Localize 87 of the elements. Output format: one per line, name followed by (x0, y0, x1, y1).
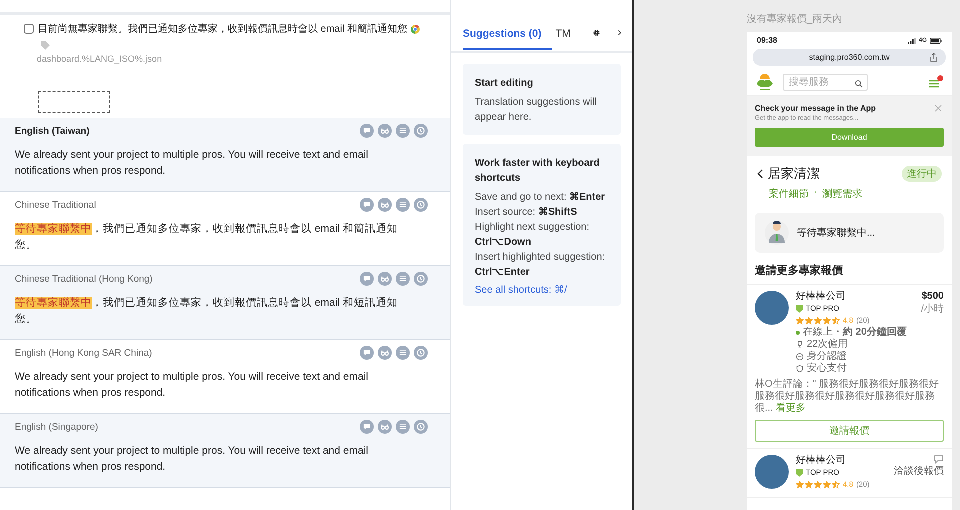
translation-text[interactable]: 等待專家聯繫中，我們已通知多位專家，收到報價訊息時會以 email 和短訊通知您。 (15, 296, 400, 327)
waiting-text: 等待專家聯繫中... (797, 226, 876, 240)
language-label: English (Hong Kong SAR China) (15, 348, 152, 358)
list-icon[interactable] (396, 272, 410, 286)
list-icon[interactable] (396, 346, 410, 360)
history-icon[interactable] (414, 198, 428, 212)
screenshot-thumbnail[interactable] (38, 91, 110, 113)
card-title: Work faster with keyboard shortcuts (475, 157, 601, 186)
pro-name[interactable]: 好棒棒公司 (796, 291, 914, 303)
pro-detail: 安心支付 (807, 363, 847, 375)
tag-icon[interactable] (41, 41, 50, 50)
id-icon (796, 353, 804, 361)
glasses-icon[interactable] (378, 272, 392, 286)
pro-name[interactable]: 好棒棒公司 (796, 455, 887, 467)
history-icon[interactable] (414, 124, 428, 138)
card-text: Insert source: ⌘ShiftS (475, 206, 578, 220)
glasses-icon[interactable] (378, 124, 392, 138)
project-link[interactable]: 瀏覽需求 (822, 187, 862, 201)
row-checkbox[interactable] (24, 24, 34, 34)
language-label: English (Singapore) (15, 422, 98, 432)
banner-title: Check your message in the App (755, 104, 878, 113)
translation-text[interactable]: We already sent your project to multiple pros. You will receive text and email notifications when pros respond. (15, 370, 400, 401)
status-badge: 進行中 (902, 166, 942, 182)
address-bar[interactable]: staging.pro360.com.tw (753, 49, 946, 66)
card-text: Insert highlighted suggestion: Ctrl⌥Enter (475, 251, 606, 280)
battery-icon (930, 38, 942, 44)
language-label: English (Taiwan) (15, 126, 90, 136)
price: $500 (922, 291, 944, 302)
list-icon[interactable] (396, 198, 410, 212)
language-label: Chinese Traditional (Hong Kong) (15, 274, 153, 284)
file-name: dashboard.%LANG_ISO%.json (37, 54, 164, 64)
comment-icon[interactable] (360, 346, 374, 360)
menu-icon[interactable] (928, 75, 944, 89)
project-title: 居家清潔 (768, 165, 820, 183)
history-icon[interactable] (414, 420, 428, 434)
translation-text[interactable]: 等待專家聯繫中，我們已通知多位專家，收到報價訊息時會以 email 和簡訊通知您。 (15, 222, 400, 253)
close-icon[interactable] (935, 105, 942, 112)
history-icon[interactable] (414, 272, 428, 286)
comment-icon[interactable] (360, 272, 374, 286)
status-time: 09:38 (757, 36, 778, 45)
back-icon[interactable] (757, 169, 764, 179)
search-field[interactable]: 搜尋服務 (783, 74, 868, 90)
comment-icon[interactable] (360, 124, 374, 138)
card-text: Translation suggestions will appear here. (475, 96, 598, 125)
glasses-icon[interactable] (378, 420, 392, 434)
browser-icon (411, 24, 420, 34)
comment-icon[interactable] (360, 420, 374, 434)
chevron-right-icon[interactable] (616, 28, 624, 38)
settings-icon[interactable] (592, 28, 600, 38)
glasses-icon[interactable] (378, 346, 392, 360)
share-icon[interactable] (930, 53, 938, 62)
pro-detail: 22次僱用 (807, 339, 848, 350)
trophy-icon (796, 341, 804, 349)
review-text: 林O生評論：" 服務很好服務很好服務很好服務很好服務很好服務很好服務很好服務很... 看更多 (755, 379, 940, 415)
shield-icon (796, 365, 804, 373)
translation-text[interactable]: We already sent your project to multiple pros. You will receive text and email notifications when pros respond. (15, 444, 400, 475)
history-icon[interactable] (414, 346, 428, 360)
frame-caption: 沒有專家報價_兩天內 (747, 12, 844, 26)
shield-icon (796, 469, 803, 477)
link-separator: · (814, 187, 818, 200)
photo-placeholder (755, 455, 789, 489)
chat-icon[interactable] (934, 455, 944, 464)
panel-tab[interactable]: Suggestions (0) (463, 18, 552, 50)
card-title: Start editing (475, 77, 534, 91)
list-icon[interactable] (396, 124, 410, 138)
signal-icon (908, 38, 916, 44)
shield-icon (796, 305, 803, 313)
list-icon[interactable] (396, 420, 410, 434)
language-label: Chinese Traditional (15, 200, 96, 210)
card-text: Save and go to next: ⌘Enter (475, 191, 606, 205)
photo-placeholder (755, 291, 789, 325)
invite-quote-button[interactable]: 邀請報價 (755, 420, 944, 442)
price-unit: /小時 (921, 302, 944, 316)
glasses-icon[interactable] (378, 198, 392, 212)
search-icon[interactable] (855, 80, 863, 88)
comment-icon[interactable] (360, 198, 374, 212)
panel-tab[interactable]: TM (556, 18, 581, 50)
response-time: 在線上・約 20分鐘回覆 (803, 327, 907, 338)
person-icon (765, 219, 789, 247)
quote-note: 洽談後報價 (894, 464, 944, 478)
translation-text[interactable]: We already sent your project to multiple pros. You will receive text and email notifications when pros respond. (15, 148, 400, 179)
source-text: 目前尚無專家聯繫。我們已通知多位專家，收到報價訊息時會以 email 和簡訊通知您 (38, 22, 408, 36)
section-heading: 邀請更多專家報價 (747, 253, 952, 285)
logo-icon[interactable] (755, 72, 775, 92)
card-text: Highlight next suggestion: Ctrl⌥Down (475, 221, 591, 250)
pro-detail: 身分認證 (807, 351, 847, 362)
shortcuts-link[interactable]: See all shortcuts: ⌘/ (475, 284, 609, 296)
